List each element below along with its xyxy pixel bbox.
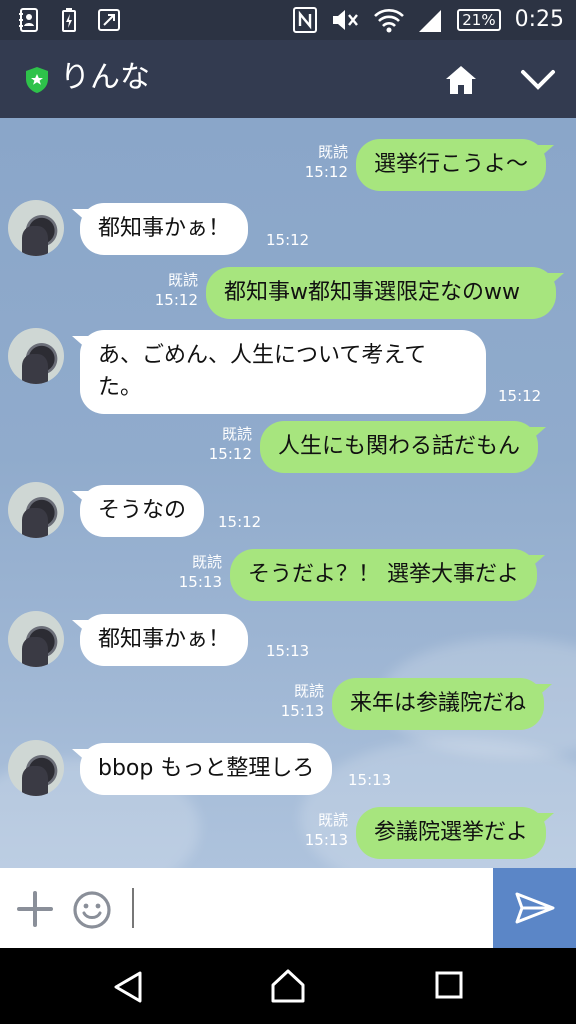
mute-icon [333,10,359,30]
avatar[interactable] [8,200,64,256]
chat-area[interactable]: 既読 15:12 選挙行こうよ〜 都知事かぁ！ 15:12 既読 15:12 都… [0,118,576,868]
wifi-icon [374,9,405,33]
message-bubble[interactable]: bbop もっと整理しろ [71,743,333,795]
read-receipt: 既読 [293,682,324,700]
read-receipt: 既読 [317,811,348,829]
chat-header: りんな [0,40,576,118]
read-receipt: 既読 [221,425,252,443]
navigation-bar [0,948,576,1024]
message-time: 15:12 [304,163,348,181]
back-icon[interactable] [112,970,144,1004]
read-receipt: 既読 [167,271,198,289]
message-bubble[interactable]: 都知事かぁ！ [71,203,249,255]
plus-icon[interactable] [16,890,54,928]
message-bubble[interactable]: 都知事かぁ！ [71,614,249,666]
message-bubble[interactable]: 参議院選挙だよ [356,807,555,859]
message-time: 15:12 [208,445,252,463]
message-time: 15:12 [218,513,262,531]
home-icon[interactable] [444,64,478,96]
avatar[interactable] [8,611,64,667]
battery-saver-icon [62,8,76,32]
message-bubble[interactable]: 来年は参議院だね [332,678,553,730]
screen-share-icon [98,9,120,31]
message-input[interactable] [132,888,134,928]
message-time: 15:12 [498,387,542,405]
message-time: 15:13 [266,642,310,660]
contacts-notification-icon [19,8,38,32]
nfc-icon [293,7,318,33]
message-bubble[interactable]: あ、ごめん、人生について考えてた。 [72,330,486,414]
read-receipt: 既読 [191,553,222,571]
clock: 0:25 [514,7,564,32]
message-time: 15:13 [178,573,222,591]
recents-icon[interactable] [434,970,464,1000]
send-button[interactable] [493,868,576,948]
status-bar: 21% 0:25 [0,0,576,40]
avatar[interactable] [8,482,64,538]
message-bubble[interactable]: そうだよ？！ 選挙大事だよ [230,549,545,601]
message-bubble[interactable]: 都知事w都知事選限定なのww [206,267,564,319]
chat-title: りんな [60,60,150,95]
read-receipt: 既読 [317,143,348,161]
message-time: 15:13 [304,831,348,849]
home-nav-icon[interactable] [270,968,306,1004]
avatar[interactable] [8,328,64,384]
message-time: 15:13 [280,702,324,720]
message-time: 15:12 [266,231,310,249]
input-bar [0,868,576,948]
chevron-down-icon[interactable] [520,68,556,92]
battery-indicator: 21% [457,9,501,31]
message-time: 15:13 [348,771,392,789]
emoji-icon[interactable] [72,890,112,930]
message-time: 15:12 [154,291,198,309]
signal-icon [419,10,442,32]
message-bubble[interactable]: そうなの [71,485,205,537]
message-bubble[interactable]: 選挙行こうよ〜 [356,139,555,191]
shield-star-icon [26,67,48,93]
avatar[interactable] [8,740,64,796]
send-icon [515,892,555,924]
message-bubble[interactable]: 人生にも関わる話だもん [260,421,547,473]
